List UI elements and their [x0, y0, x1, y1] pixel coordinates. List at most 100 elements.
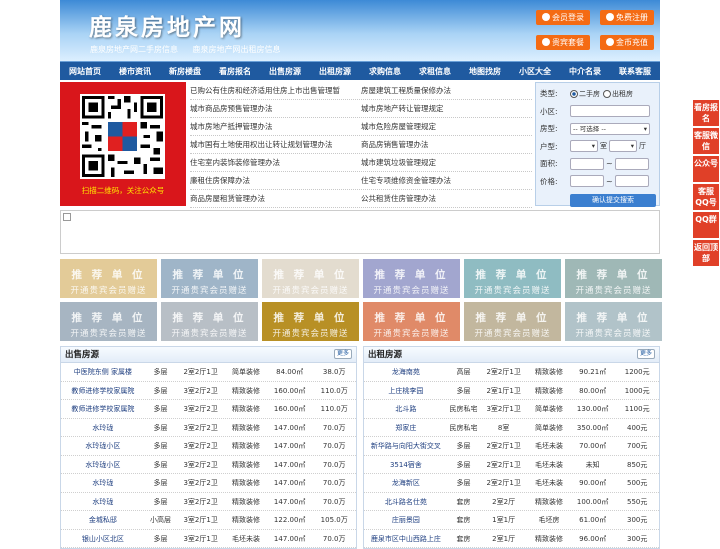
table-row[interactable]: 水玲珑 多层 3室2厅2卫 精致装修 147.00㎡ 70.0万 [61, 419, 356, 437]
table-row[interactable]: 郑家庄 民房私宅 8室 简单装修 350.00㎡ 400元 [364, 419, 659, 437]
side-back-to-top-button[interactable]: 返回顶部 [693, 240, 719, 266]
table-cell[interactable]: 龙海新区 [364, 474, 448, 492]
recommend-tile[interactable]: 推 荐 单 位开通贵宾会员赠送 [262, 302, 359, 341]
table-cell[interactable]: 3514宿舍 [364, 456, 448, 474]
search-submit-button[interactable]: 确认提交搜索 [570, 194, 656, 207]
table-row[interactable]: 鹿泉市区中山西路上庄 套房 2室1厅 精致装修 96.00㎡ 300元 [364, 530, 659, 548]
table-cell[interactable]: 银山小区北区 [61, 530, 145, 548]
nav-wanted-rent[interactable]: 求租信息 [410, 62, 460, 80]
recommend-tile[interactable]: 推 荐 单 位开通贵宾会员赠送 [161, 259, 258, 298]
side-qq-group-button[interactable]: QQ群 [693, 212, 719, 238]
nav-viewing-signup[interactable]: 看房报名 [210, 62, 260, 80]
recommend-tile[interactable]: 推 荐 单 位开通贵宾会员赠送 [60, 259, 157, 298]
nav-for-sale[interactable]: 出售房源 [260, 62, 310, 80]
nav-home[interactable]: 网站首页 [60, 62, 110, 80]
table-cell[interactable]: 水玲珑 [61, 493, 145, 511]
recommend-tile[interactable]: 推 荐 单 位开通贵宾会员赠送 [60, 302, 157, 341]
side-official-account-button[interactable]: 公众号 [693, 156, 719, 182]
news-link[interactable]: 城市商品房预售管理办法 [190, 100, 361, 117]
house-type-select[interactable]: -- 可选择 -- ▾ [570, 122, 650, 135]
table-row[interactable]: 教师进修学校家属院 多层 3室2厅2卫 精致装修 160.00㎡ 110.0万 [61, 382, 356, 400]
table-cell[interactable]: 水玲珑 [61, 474, 145, 492]
news-link[interactable]: 城市房地产转让管理规定 [361, 100, 532, 117]
news-link[interactable]: 公共租赁住房管理办法 [361, 190, 532, 207]
recharge-button[interactable]: 金币充值 [600, 35, 654, 50]
radio-secondhand[interactable] [570, 89, 578, 98]
table-cell[interactable]: 郑家庄 [364, 419, 448, 437]
recommend-tile[interactable]: 推 荐 单 位开通贵宾会员赠送 [363, 302, 460, 341]
nav-for-rent[interactable]: 出租房源 [310, 62, 360, 80]
table-cell[interactable]: 水玲珑小区 [61, 437, 145, 455]
side-wechat-button[interactable]: 客服微信 [693, 128, 719, 154]
side-qq-button[interactable]: 客服QQ号 [693, 184, 719, 210]
news-link[interactable]: 城市房地产抵押管理办法 [190, 118, 361, 135]
table-cell[interactable]: 鹿泉市区中山西路上庄 [364, 530, 448, 548]
sale-more-link[interactable]: 更多 [333, 349, 352, 359]
news-link[interactable]: 房屋建筑工程质量保修办法 [361, 82, 532, 99]
recommend-tile[interactable]: 推 荐 单 位开通贵宾会员赠送 [262, 259, 359, 298]
ad-banner[interactable] [60, 210, 660, 254]
register-button[interactable]: 免费注册 [600, 10, 654, 25]
table-cell[interactable]: 金城私邸 [61, 511, 145, 529]
area-min-input[interactable] [570, 157, 604, 170]
table-row[interactable]: 庄丽景园 套房 1室1厅 毛坯房 61.00㎡ 300元 [364, 511, 659, 530]
table-cell[interactable]: 庄丽景园 [364, 511, 448, 529]
table-row[interactable]: 银山小区北区 多层 3室2厅1卫 毛坯未装 147.00㎡ 70.0万 [61, 530, 356, 548]
recommend-tile[interactable]: 推 荐 单 位开通贵宾会员赠送 [161, 302, 258, 341]
nav-map-search[interactable]: 地图找房 [460, 62, 510, 80]
secondhand-link[interactable]: 鹿泉房地产网二手房信息 [90, 45, 178, 54]
table-row[interactable]: 中医院东侧 家属楼 多层 2室2厅1卫 简单装修 84.00㎡ 38.0万 [61, 363, 356, 382]
table-row[interactable]: 教师进修学校家属院 多层 3室2厅2卫 精致装修 160.00㎡ 110.0万 [61, 400, 356, 419]
recommend-tile[interactable]: 推 荐 单 位开通贵宾会员赠送 [464, 259, 561, 298]
radio-rental[interactable] [603, 89, 611, 98]
room-select[interactable]: ▾ [570, 140, 598, 153]
table-cell[interactable]: 水玲珑小区 [61, 456, 145, 474]
table-row[interactable]: 水玲珑小区 多层 3室2厅2卫 精致装修 147.00㎡ 70.0万 [61, 437, 356, 456]
table-row[interactable]: 水玲珑 多层 3室2厅2卫 精致装修 147.00㎡ 70.0万 [61, 493, 356, 511]
nav-news[interactable]: 楼市资讯 [110, 62, 160, 80]
news-link[interactable]: 廉租住房保障办法 [190, 172, 361, 189]
side-viewing-signup-button[interactable]: 看房报名 [693, 100, 719, 126]
table-cell[interactable]: 新华路与向阳大街交叉 [364, 437, 448, 455]
table-row[interactable]: 水玲珑 多层 3室2厅2卫 精致装修 147.00㎡ 70.0万 [61, 474, 356, 493]
price-min-input[interactable] [570, 175, 604, 188]
table-row[interactable]: 北斗路 民房私宅 3室2厅1卫 简单装修 130.00㎡ 1100元 [364, 400, 659, 419]
nav-agents[interactable]: 中介名录 [560, 62, 610, 80]
table-row[interactable]: 金城私邸 小高层 3室2厅1卫 精致装修 122.00㎡ 105.0万 [61, 511, 356, 530]
table-row[interactable]: 上庄桃李园 多层 2室1厅1卫 精致装修 80.00㎡ 1000元 [364, 382, 659, 400]
nav-contact[interactable]: 联系客服 [610, 62, 660, 80]
table-cell[interactable]: 教师进修学校家属院 [61, 400, 145, 418]
table-cell[interactable]: 中医院东侧 家属楼 [61, 363, 145, 381]
table-cell[interactable]: 水玲珑 [61, 419, 145, 437]
table-row[interactable]: 新华路与向阳大街交叉 多层 2室2厅1卫 毛坯未装 70.00㎡ 700元 [364, 437, 659, 456]
table-cell[interactable]: 北斗路名仕苑 [364, 493, 448, 511]
news-link[interactable]: 城市国有土地使用权出让转让规划管理办法 [190, 136, 361, 153]
rent-more-link[interactable]: 更多 [636, 349, 655, 359]
table-cell[interactable]: 上庄桃李园 [364, 382, 448, 400]
table-row[interactable]: 水玲珑小区 多层 3室2厅2卫 精致装修 147.00㎡ 70.0万 [61, 456, 356, 474]
table-row[interactable]: 龙海南苑 高层 2室2厅1卫 精致装修 90.21㎡ 1200元 [364, 363, 659, 382]
community-input[interactable] [570, 105, 650, 118]
news-link[interactable]: 城市建筑垃圾管理规定 [361, 154, 532, 171]
news-link[interactable]: 住宅专项维修资金管理办法 [361, 172, 532, 189]
site-title[interactable]: 鹿泉房地产网 [89, 8, 245, 42]
table-row[interactable]: 龙海新区 多层 2室2厅1卫 毛坯未装 90.00㎡ 500元 [364, 474, 659, 493]
recommend-tile[interactable]: 推 荐 单 位开通贵宾会员赠送 [464, 302, 561, 341]
news-link[interactable]: 住宅室内装饰装修管理办法 [190, 154, 361, 171]
news-link[interactable]: 城市危险房屋管理规定 [361, 118, 532, 135]
hall-select[interactable]: ▾ [609, 140, 637, 153]
recommend-tile[interactable]: 推 荐 单 位开通贵宾会员赠送 [565, 259, 662, 298]
rental-link[interactable]: 鹿泉房地产网出租房信息 [193, 45, 281, 54]
login-button[interactable]: 会员登录 [536, 10, 590, 25]
nav-communities[interactable]: 小区大全 [510, 62, 560, 80]
recommend-tile[interactable]: 推 荐 单 位开通贵宾会员赠送 [565, 302, 662, 341]
news-link[interactable]: 商品房销售管理办法 [361, 136, 532, 153]
price-max-input[interactable] [614, 175, 649, 188]
recommend-tile[interactable]: 推 荐 单 位开通贵宾会员赠送 [363, 259, 460, 298]
news-link[interactable]: 商品房屋租赁管理办法 [190, 190, 361, 207]
table-row[interactable]: 北斗路名仕苑 套房 2室2厅 精致装修 100.00㎡ 550元 [364, 493, 659, 511]
nav-wanted-buy[interactable]: 求购信息 [360, 62, 410, 80]
news-link[interactable]: 已购公有住房和经济适用住房上市出售管理暂 [190, 82, 361, 99]
table-cell[interactable]: 教师进修学校家属院 [61, 382, 145, 400]
nav-new-homes[interactable]: 新房楼盘 [160, 62, 210, 80]
